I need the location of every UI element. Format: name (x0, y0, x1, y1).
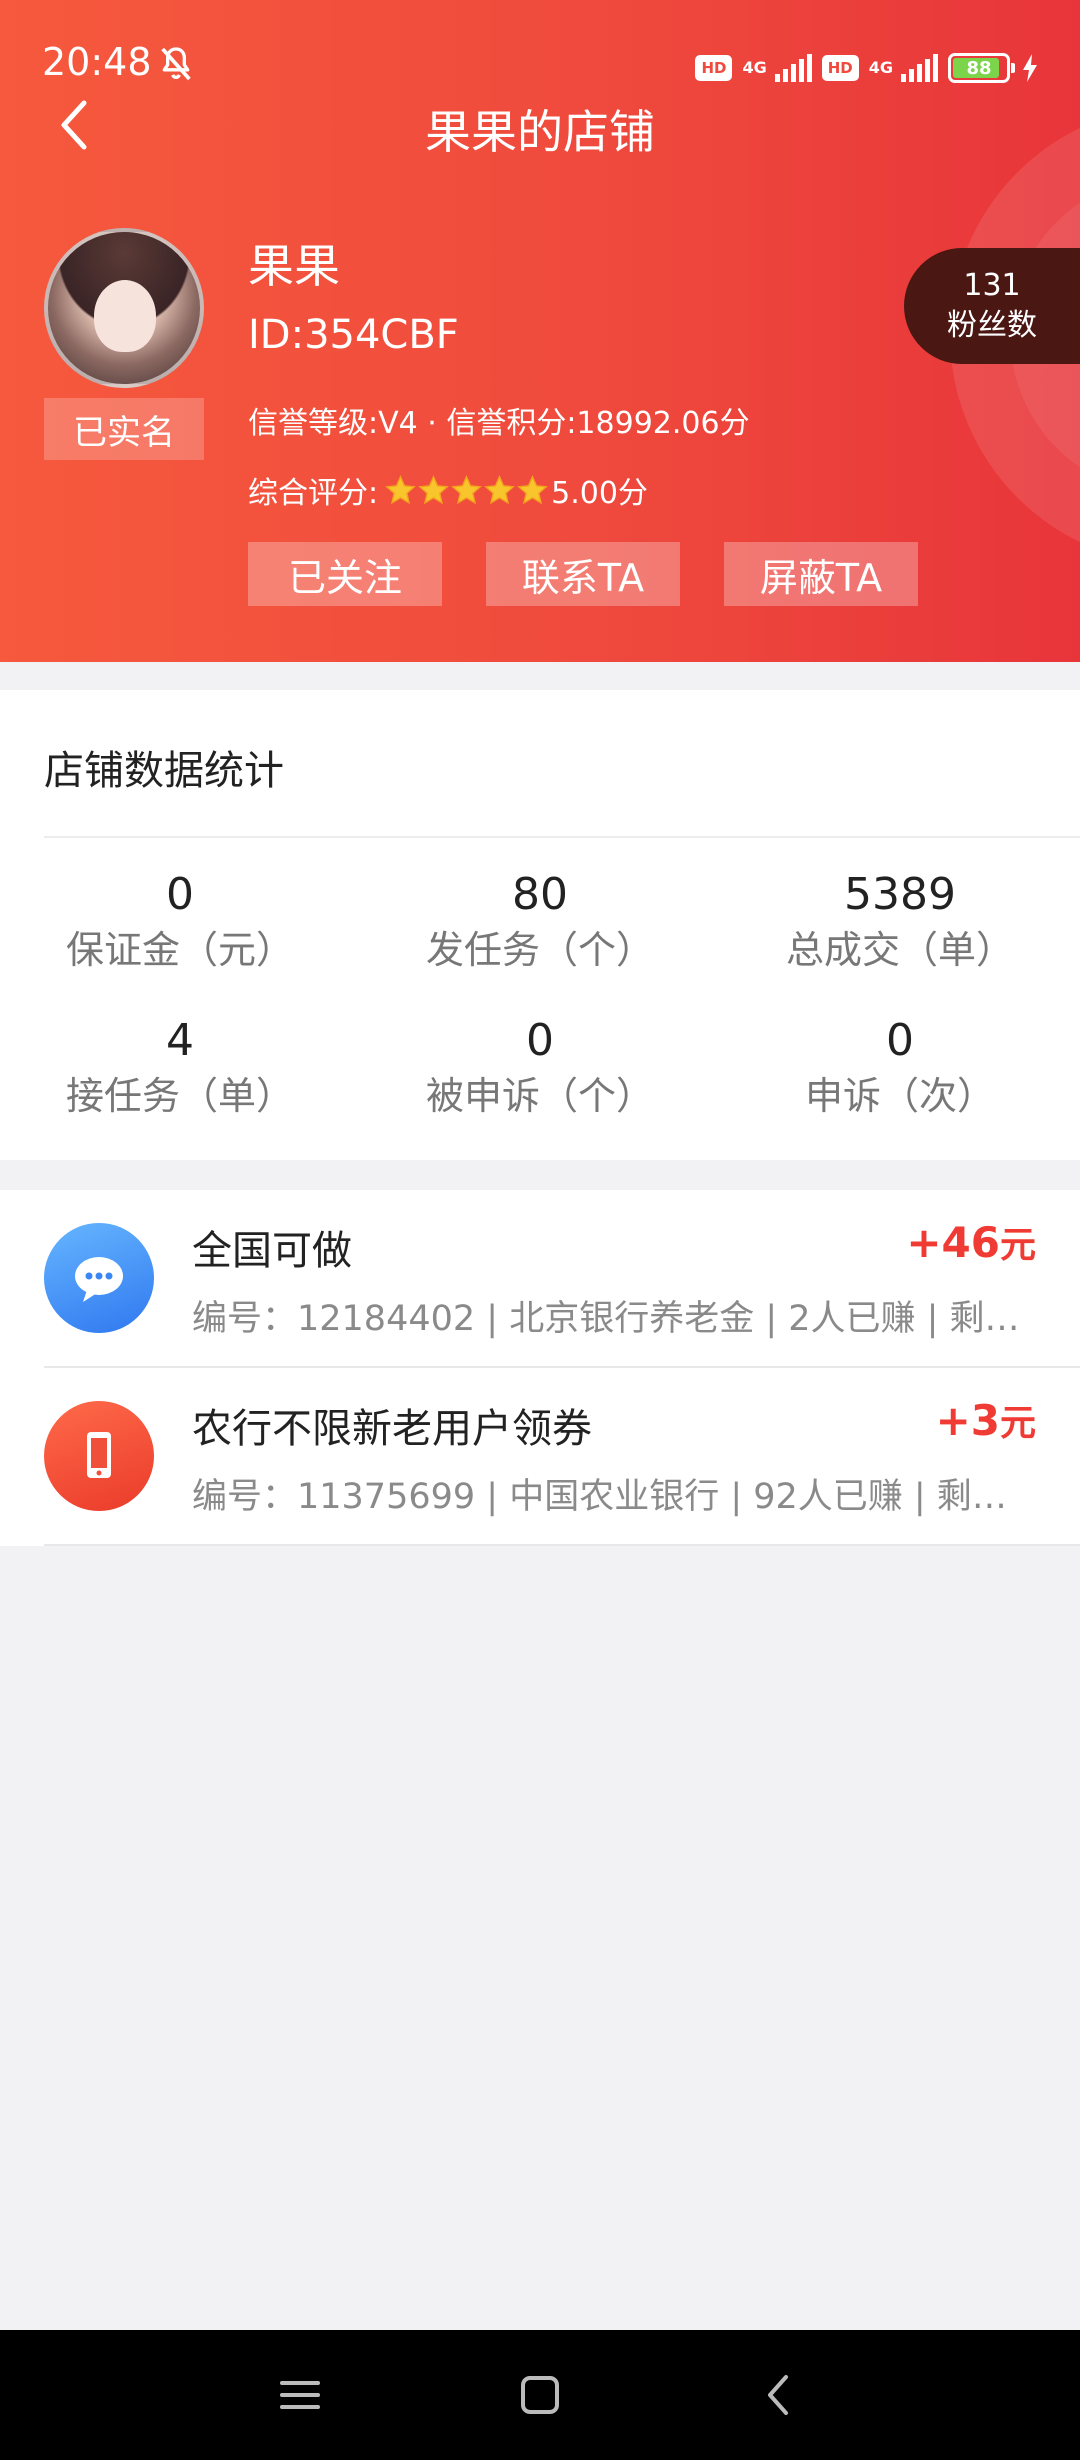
hd-badge: HD (695, 55, 733, 81)
rating-label: 综合评分: (248, 476, 379, 511)
stat-label: 发任务（个） (425, 928, 654, 972)
list-item[interactable]: 农行不限新老用户领券 +3元 编号：11375699 | 中国农业银行 | 92… (0, 1368, 1080, 1546)
stat-value: 4 (166, 1015, 194, 1066)
stat-label: 保证金（元） (65, 928, 294, 972)
avatar[interactable] (44, 228, 204, 388)
shop-id: ID:354CBF (248, 312, 459, 358)
network-type: 4G (742, 58, 767, 77)
star-icon (484, 474, 516, 504)
signal-icon (774, 54, 812, 82)
stats-title: 店铺数据统计 (44, 748, 284, 794)
star-icon (451, 474, 483, 504)
stat-value: 0 (166, 869, 194, 920)
fans-count: 131 (963, 268, 1021, 303)
star-icon (517, 474, 549, 504)
shop-owner-name: 果果 (248, 239, 340, 293)
divider (44, 1544, 1080, 1546)
battery-icon: 88 (948, 53, 1015, 83)
shop-stats-card: 店铺数据统计 0 保证金（元） 80 发任务（个） 5389 总成交（单） 4 … (0, 690, 1080, 1160)
stat-published-tasks: 80 发任务（个） (360, 868, 720, 976)
contact-button[interactable]: 联系TA (486, 542, 680, 606)
stat-label: 被申诉（个） (425, 1074, 654, 1118)
stat-complaints-filed: 0 申诉（次） (720, 1014, 1080, 1122)
signal-icon (901, 54, 938, 82)
chat-bubble-icon (44, 1223, 154, 1333)
network-type: 4G (868, 58, 893, 77)
block-button[interactable]: 屏蔽TA (724, 542, 918, 606)
task-reward: +46元 (906, 1218, 1036, 1267)
battery-level: 88 (966, 57, 992, 79)
task-title: 农行不限新老用户领券 (192, 1406, 592, 1452)
star-icon (385, 474, 417, 504)
stat-deposit: 0 保证金（元） (0, 868, 360, 976)
shop-header: 20:48 HD 4G HD 4G 88 果果的店铺 已实名 果果 ID:354… (0, 0, 1080, 662)
stat-complaints-received: 0 被申诉（个） (360, 1014, 720, 1122)
stat-value: 80 (512, 869, 568, 920)
phone-icon (44, 1401, 154, 1511)
rating-stars (384, 474, 549, 507)
stat-value: 0 (886, 1015, 914, 1066)
stat-accepted-tasks: 4 接任务（单） (0, 1014, 360, 1122)
status-indicators: HD 4G HD 4G 88 (695, 50, 1040, 86)
task-meta: 编号：12184402 | 北京银行养老金 | 2人已赚 | 剩余... (192, 1299, 1032, 1339)
hd-badge: HD (821, 55, 859, 81)
task-title: 全国可做 (192, 1228, 352, 1274)
stat-value: 0 (526, 1015, 554, 1066)
rating-value: 5.00分 (551, 476, 648, 511)
fans-count-badge[interactable]: 131 粉丝数 (904, 248, 1080, 364)
stat-label: 总成交（单） (785, 928, 1014, 972)
verified-badge: 已实名 (44, 398, 204, 460)
rating-row: 综合评分: 5.00分 (248, 468, 648, 512)
task-list: 全国可做 +46元 编号：12184402 | 北京银行养老金 | 2人已赚 |… (0, 1190, 1080, 1546)
stat-label: 申诉（次） (804, 1074, 995, 1118)
divider (44, 836, 1080, 838)
stat-total-deals: 5389 总成交（单） (720, 868, 1080, 976)
fans-label: 粉丝数 (947, 308, 1037, 343)
back-icon[interactable] (750, 2365, 810, 2425)
task-reward: +3元 (935, 1396, 1036, 1445)
follow-button[interactable]: 已关注 (248, 542, 442, 606)
page-title: 果果的店铺 (425, 105, 655, 159)
list-item[interactable]: 全国可做 +46元 编号：12184402 | 北京银行养老金 | 2人已赚 |… (0, 1190, 1080, 1368)
profile-actions: 已关注 联系TA 屏蔽TA (248, 542, 918, 606)
home-icon[interactable] (510, 2365, 570, 2425)
bell-mute-icon (161, 47, 191, 81)
menu-icon[interactable] (270, 2365, 330, 2425)
star-icon (418, 474, 450, 504)
stat-label: 接任务（单） (65, 1074, 294, 1118)
credit-info: 信誉等级:V4 · 信誉积分:18992.06分 (248, 406, 750, 441)
system-nav-bar (0, 2330, 1080, 2460)
task-meta: 编号：11375699 | 中国农业银行 | 92人已赚 | 剩余... (192, 1477, 1032, 1517)
stat-value: 5389 (844, 869, 956, 920)
status-time: 20:48 (42, 40, 152, 84)
charging-icon (1023, 54, 1037, 82)
